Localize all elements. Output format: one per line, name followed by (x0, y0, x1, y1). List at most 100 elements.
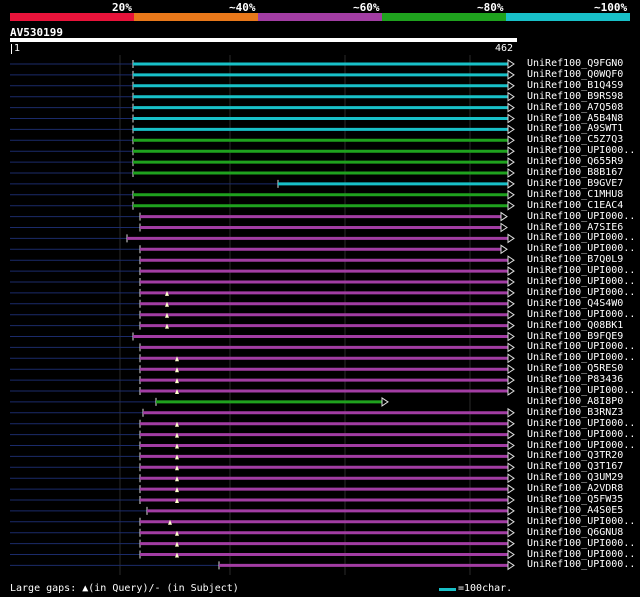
hit-label[interactable]: UniRef100_UPI000.. (527, 352, 635, 363)
hit-label[interactable]: UniRef100_UPI000.. (527, 341, 635, 352)
hit-label[interactable]: UniRef100_Q3T167 (527, 461, 623, 472)
hit-label[interactable]: UniRef100_A5B4N8 (527, 113, 623, 124)
hit-arrow-icon (507, 407, 515, 418)
hit-arrow-icon (507, 135, 515, 146)
hit-arrow-icon (507, 255, 515, 266)
hit-arrow-icon (507, 266, 515, 277)
hit-arrow-icon (507, 429, 515, 440)
hit-label[interactable]: UniRef100_A2VDR8 (527, 483, 623, 494)
legend-label-20: 20% (112, 1, 132, 14)
hit-label[interactable]: UniRef100_UPI000.. (527, 145, 635, 156)
hit-label[interactable]: UniRef100_Q6GNU8 (527, 527, 623, 538)
footer-legend: Large gaps: ▲(in Query)/- (in Subject) (10, 583, 239, 594)
hit-label[interactable]: UniRef100_UPI000.. (527, 516, 635, 527)
hit-label[interactable]: UniRef100_A7Q508 (527, 102, 623, 113)
hit-arrow-icon (507, 462, 515, 473)
hit-arrow-icon (507, 189, 515, 200)
legend-seg-20 (10, 13, 134, 21)
hit-arrow-icon (507, 342, 515, 353)
legend-label-100: ~100% (594, 1, 628, 14)
hit-label[interactable]: UniRef100_Q08BK1 (527, 320, 623, 331)
hit-arrow-icon (507, 102, 515, 113)
hit-arrow-icon (507, 527, 515, 538)
hit-label[interactable]: UniRef100_A8I8P0 (527, 396, 623, 407)
hit-arrow-icon (507, 451, 515, 462)
hit-arrow-icon (507, 124, 515, 135)
hit-arrow-icon (507, 516, 515, 527)
hit-arrow-icon (500, 222, 508, 233)
hit-label[interactable]: UniRef100_UPI000.. (527, 385, 635, 396)
hit-label[interactable]: UniRef100_Q5FW35 (527, 494, 623, 505)
hit-label[interactable]: UniRef100_Q3UM29 (527, 472, 623, 483)
hit-arrow-icon (507, 364, 515, 375)
hit-label[interactable]: UniRef100_Q9FGN0 (527, 58, 623, 69)
hit-label[interactable]: UniRef100_UPI000.. (527, 287, 635, 298)
hit-label[interactable]: UniRef100_UPI000.. (527, 309, 635, 320)
legend-label-80: ~80% (477, 1, 504, 14)
hit-label[interactable]: UniRef100_C1EAC4 (527, 200, 623, 211)
hit-label[interactable]: UniRef100_Q655R9 (527, 156, 623, 167)
hit-arrow-icon (507, 320, 515, 331)
hit-arrow-icon (507, 113, 515, 124)
hit-label[interactable]: UniRef100_A7SIE6 (527, 222, 623, 233)
identity-color-legend (10, 13, 630, 21)
hit-label[interactable]: UniRef100_UPI000.. (527, 211, 635, 222)
hit-arrow-icon (507, 298, 515, 309)
hit-arrow-icon (381, 396, 389, 407)
hit-label[interactable]: UniRef100_B7Q0L9 (527, 254, 623, 265)
hit-arrow-icon (500, 244, 508, 255)
hit-arrow-icon (507, 353, 515, 364)
hit-label[interactable]: UniRef100_Q0WQF0 (527, 69, 623, 80)
hit-label[interactable]: UniRef100_C5Z7Q3 (527, 134, 623, 145)
hit-arrow-icon (507, 560, 515, 571)
hit-arrow-icon (507, 91, 515, 102)
hit-arrow-icon (507, 418, 515, 429)
hit-arrow-icon (507, 59, 515, 69)
legend-seg-60 (258, 13, 382, 21)
hit-label[interactable]: UniRef100_UPI000.. (527, 232, 635, 243)
hit-arrow-icon (507, 233, 515, 244)
hit-label[interactable]: UniRef100_UPI000.. (527, 418, 635, 429)
query-start-tick (11, 44, 12, 54)
hit-arrow-icon (507, 287, 515, 298)
hit-label[interactable]: UniRef100_UPI000.. (527, 549, 635, 560)
hit-arrow-icon (507, 178, 515, 189)
hit-label[interactable]: UniRef100_Q3TR20 (527, 450, 623, 461)
hit-label[interactable]: UniRef100_UPI000.. (527, 429, 635, 440)
hit-label[interactable]: UniRef100_A4S0E5 (527, 505, 623, 516)
legend-label-60: ~60% (353, 1, 380, 14)
hit-label[interactable]: UniRef100_UPI000.. (527, 559, 635, 570)
hit-label[interactable]: UniRef100_B9GVE7 (527, 178, 623, 189)
hit-label[interactable]: UniRef100_B3RNZ3 (527, 407, 623, 418)
hit-label[interactable]: UniRef100_UPI000.. (527, 276, 635, 287)
hit-label[interactable]: UniRef100_A9SWT1 (527, 123, 623, 134)
hit-arrow-icon (507, 505, 515, 516)
hit-label[interactable]: UniRef100_Q4S4W0 (527, 298, 623, 309)
hit-label[interactable]: UniRef100_B9RS98 (527, 91, 623, 102)
hit-arrow-icon (507, 69, 515, 80)
hit-arrow-icon (507, 200, 515, 211)
query-bar (10, 38, 517, 42)
hit-label[interactable]: UniRef100_B1Q4S9 (527, 80, 623, 91)
legend-label-40: ~40% (229, 1, 256, 14)
hit-arrow-icon (507, 484, 515, 495)
hit-arrow-icon (507, 549, 515, 560)
hit-arrow-icon (507, 309, 515, 320)
hit-label[interactable]: UniRef100_Q5RES0 (527, 363, 623, 374)
hit-arrow-icon (507, 146, 515, 157)
hit-arrow-icon (507, 440, 515, 451)
scale-bar (439, 588, 456, 591)
hit-label[interactable]: UniRef100_B8B167 (527, 167, 623, 178)
scale-label: =100char. (458, 583, 513, 594)
hit-label[interactable]: UniRef100_P83436 (527, 374, 623, 385)
hit-label[interactable]: UniRef100_C1MHU8 (527, 189, 623, 200)
hit-arrow-icon (507, 331, 515, 342)
hit-arrow-icon (507, 473, 515, 484)
hit-label[interactable]: UniRef100_UPI000.. (527, 243, 635, 254)
hit-label[interactable]: UniRef100_UPI000.. (527, 265, 635, 276)
hit-label[interactable]: UniRef100_B9FQE9 (527, 331, 623, 342)
hit-arrow-icon (507, 277, 515, 287)
hit-label[interactable]: UniRef100_UPI000.. (527, 538, 635, 549)
hit-label[interactable]: UniRef100_UPI000.. (527, 440, 635, 451)
legend-seg-100 (506, 13, 630, 21)
